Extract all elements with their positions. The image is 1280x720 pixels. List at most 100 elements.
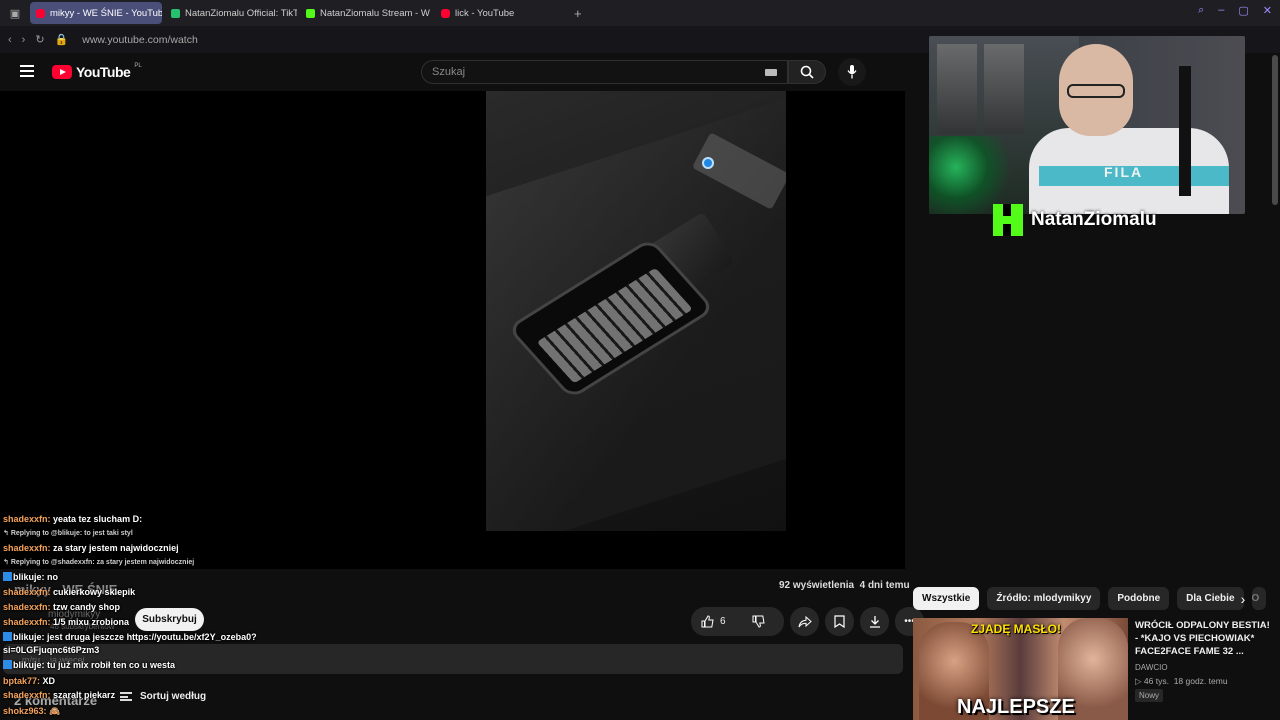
youtube-play-icon — [52, 65, 72, 79]
youtube-icon — [441, 8, 450, 18]
search-input[interactable]: Szukaj — [421, 60, 788, 84]
chat-user: shadexxfn: — [3, 587, 51, 597]
chat-text: no — [47, 572, 59, 582]
chat-message: shadexxfn: za stary jestem najwidoczniej — [3, 543, 179, 553]
thumbs-down-icon[interactable] — [752, 615, 765, 628]
minimize-icon[interactable]: – — [1218, 4, 1224, 17]
video-frame — [486, 91, 786, 531]
tab-youtube-lick[interactable]: lick - YouTube — [435, 2, 567, 24]
tab-youtube-mikyy[interactable]: mikyy - WE ŚNIE - YouTube — [30, 2, 162, 24]
chevron-right-icon[interactable]: › — [1233, 589, 1253, 609]
chat-text: XD — [42, 676, 56, 686]
tab-kick[interactable]: NatanZiomalu Stream - W — [300, 2, 432, 24]
webcam-overlay: FILA — [929, 36, 1245, 214]
thumbnail-bottom-text: NAJLEPSZE — [957, 696, 1075, 718]
menu-icon[interactable] — [20, 65, 34, 77]
chat-user: shadexxfn: — [3, 602, 51, 612]
chat-message: shadexxfn: tzw candy shop — [3, 602, 120, 612]
chip-all[interactable]: Wszystkie — [913, 587, 980, 610]
shirt-brand: FILA — [1104, 164, 1144, 180]
chat-reply-text: Replying to @blikuje: to jest taki styl — [10, 530, 133, 537]
chat-message: shadexxfn: 1/5 mixu zrobiona — [3, 617, 129, 627]
chip-partial[interactable]: O — [1251, 587, 1266, 610]
chat-user: shokz963: — [3, 706, 47, 716]
url-field[interactable]: www.youtube.com/watch — [82, 34, 198, 46]
chat-text: 1/5 mixu zrobiona — [53, 617, 130, 627]
chip-related[interactable]: Podobne — [1108, 587, 1170, 610]
keyboard-icon[interactable] — [765, 69, 777, 76]
search-button[interactable] — [788, 60, 826, 84]
kick-logo-icon — [993, 204, 1023, 236]
voice-search-button[interactable] — [838, 58, 866, 86]
youtube-icon — [36, 8, 45, 18]
youtube-logo[interactable]: YouTube PL — [52, 63, 142, 80]
sort-button[interactable]: Sortuj według — [120, 691, 206, 702]
chat-user: blikuje: — [13, 632, 45, 642]
chat-user: shadexxfn: — [3, 690, 51, 700]
recommendation-thumbnail[interactable]: ZJADĘ MASŁO! NAJLEPSZE — [913, 618, 1128, 720]
chat-reply: ↰ Replying to @blikuje: to jest taki sty… — [3, 530, 133, 537]
chat-text: si=0LGFjuqnc6t6Pzm3 — [3, 645, 100, 655]
recommendation-meta: ▷ 46 tys. 18 godz. temu — [1135, 676, 1228, 686]
share-button[interactable] — [790, 607, 819, 636]
tab-label: lick - YouTube — [455, 7, 515, 19]
chat-text: tzw candy shop — [53, 602, 121, 612]
chat-text: 🙈 — [49, 706, 61, 716]
search-icon — [800, 65, 814, 79]
chat-user: shadexxfn: — [3, 543, 51, 553]
bookmark-icon — [834, 615, 845, 628]
tab-menu-icon[interactable]: ▣ — [0, 0, 30, 26]
close-icon[interactable]: ✕ — [1263, 4, 1272, 17]
chat-message: shadexxfn: szaralt piekarz — [3, 690, 115, 700]
tab-label: mikyy - WE ŚNIE - YouTube — [50, 7, 162, 19]
sort-icon — [120, 692, 132, 701]
search-tabs-icon[interactable]: ⌕ — [1198, 4, 1204, 17]
recommendation-time: 18 godz. temu — [1173, 676, 1228, 686]
share-icon — [798, 615, 812, 627]
chat-user: shadexxfn: — [3, 514, 51, 524]
like-count: 6 — [720, 616, 726, 627]
reload-icon[interactable]: ↻ — [35, 33, 44, 46]
chat-text: tu już mix robił ten co u westa — [47, 660, 176, 670]
microphone-arm — [1179, 66, 1191, 196]
chat-text: jest druga jeszcze https://youtu.be/xf2Y… — [47, 632, 257, 642]
chat-message: bptak77: XD — [3, 676, 55, 686]
tab-label: NatanZiomalu Stream - W — [320, 7, 430, 19]
video-player[interactable] — [0, 91, 905, 569]
browser-tab-bar: ▣ mikyy - WE ŚNIE - YouTube NatanZiomalu… — [0, 0, 1280, 26]
lock-icon[interactable]: 🔒 — [55, 33, 69, 46]
page-scrollbar[interactable] — [1272, 55, 1278, 205]
chat-message: blikuje: tu już mix robił ten co u westa — [3, 660, 175, 670]
recommendation-title[interactable]: WRÓCIŁ ODPALONY BESTIA! - *KAJO VS PIECH… — [1135, 619, 1275, 658]
save-button[interactable] — [825, 607, 854, 636]
back-icon[interactable]: ‹ — [8, 34, 12, 46]
download-button[interactable] — [860, 607, 889, 636]
tiktok-icon — [171, 8, 180, 18]
chat-message-continued: si=0LGFjuqnc6t6Pzm3 — [3, 645, 99, 655]
chip-source[interactable]: Źródło: mlodymikyy — [987, 587, 1101, 610]
chat-user: shadexxfn: — [3, 617, 51, 627]
chat-message: shokz963: 🙈 — [3, 706, 60, 717]
download-icon — [869, 616, 880, 628]
subscribe-button[interactable]: Subskrybuj — [135, 608, 204, 631]
maximize-icon[interactable]: ▢ — [1238, 4, 1248, 17]
forward-icon[interactable]: › — [22, 34, 26, 46]
thumbs-up-icon[interactable] — [701, 615, 714, 628]
chat-text: szaralt piekarz — [53, 690, 116, 700]
new-tab-icon[interactable]: + — [574, 6, 582, 21]
blue-light-icon — [702, 157, 714, 169]
like-dislike-group: 6 — [691, 607, 784, 636]
recommendation-chips: Wszystkie Źródło: mlodymikyy Podobne Dla… — [913, 587, 1266, 610]
glasses — [1067, 84, 1125, 98]
chat-badge-icon — [3, 572, 12, 581]
thumbnail-top-text: ZJADĘ MASŁO! — [971, 622, 1061, 636]
chat-message: shadexxfn: yeata tez slucham D: — [3, 514, 142, 524]
chat-message: blikuje: no — [3, 572, 58, 582]
chat-message: blikuje: jest druga jeszcze https://yout… — [3, 632, 257, 642]
tab-tiktok[interactable]: NatanZiomalu Official: TikT — [165, 2, 297, 24]
tab-label: NatanZiomalu Official: TikT — [185, 7, 297, 19]
chat-text: cukierkowy sklepik — [53, 587, 136, 597]
streamer-name: NatanZiomalu — [1031, 209, 1157, 230]
recommendation-channel[interactable]: DAWCIO — [1135, 663, 1168, 672]
wall-panel — [937, 44, 977, 134]
